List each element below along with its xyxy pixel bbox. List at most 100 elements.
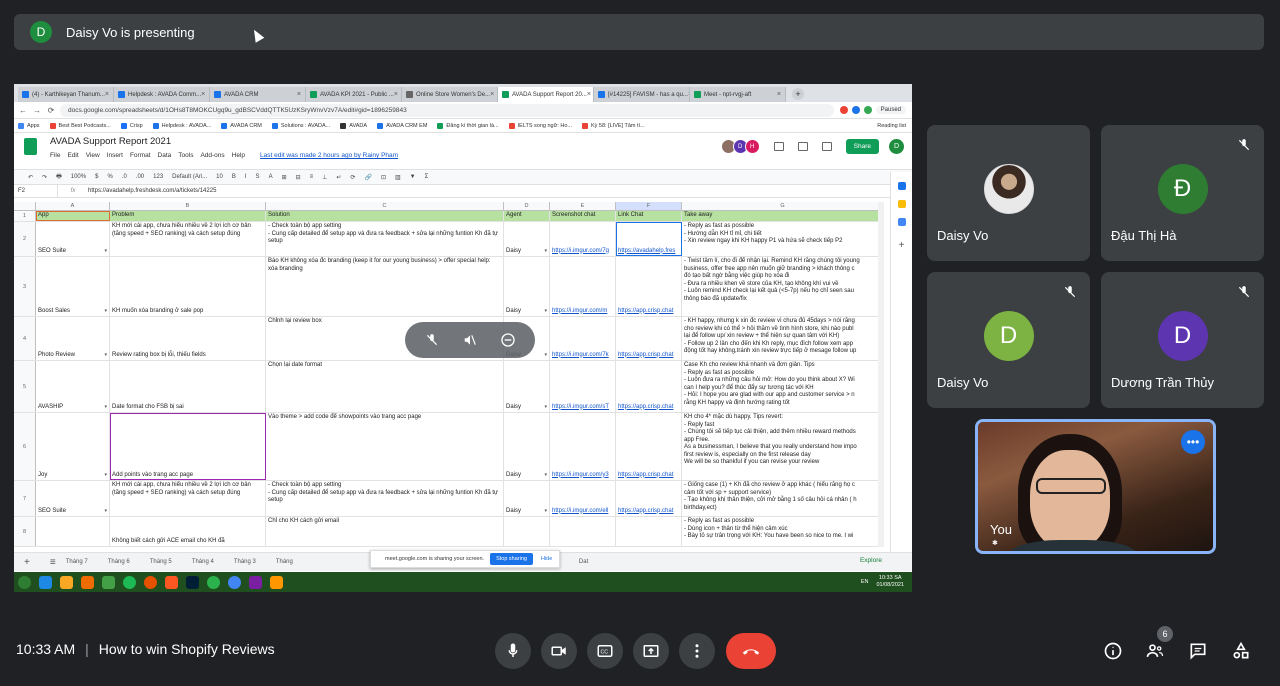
menu-item[interactable]: File	[50, 152, 60, 159]
dropdown-arrow-icon[interactable]: ▾	[104, 248, 107, 256]
vertical-scrollbar[interactable]	[878, 202, 884, 547]
dropdown-arrow-icon[interactable]: ▾	[104, 352, 107, 360]
account-avatar[interactable]: D	[889, 139, 904, 154]
column-header[interactable]: A	[36, 202, 110, 210]
self-video-tile[interactable]: ••• You ✱	[975, 419, 1216, 554]
sheet-tab[interactable]: Dat	[579, 559, 588, 565]
cell-text[interactable]: https://i.imgur.com/7g	[552, 248, 609, 256]
cell-text[interactable]: https://app.crisp.chat	[618, 308, 673, 316]
bookmark-item[interactable]: Solutions : AVADA...	[271, 122, 330, 129]
camera-button[interactable]	[541, 633, 577, 669]
bookmark-item[interactable]: Apps	[18, 122, 40, 129]
present-now-button[interactable]	[633, 633, 669, 669]
spotify-icon[interactable]	[123, 575, 136, 589]
cell-takeaway[interactable]: - KH happy, nhưng k xin đc review vì chư…	[682, 317, 884, 360]
toolbar-control[interactable]: ↷	[42, 174, 47, 181]
cell-problem[interactable]: KH mới cài app, chưa hiểu nhiều về 2 lợi…	[110, 222, 266, 256]
participant-tile[interactable]: D Daisy Vo	[927, 272, 1090, 408]
add-sheet-icon[interactable]: +	[24, 557, 30, 568]
participant-tile[interactable]: D Dương Trần Thủy	[1101, 272, 1264, 408]
browser-tab[interactable]: AVADA KPI 2021 - Public ... ×	[306, 87, 402, 102]
cell-solution[interactable]: Vào theme > add code để showpoints vào t…	[266, 413, 504, 480]
menu-item[interactable]: Format	[130, 152, 151, 159]
cell-screenshot[interactable]: https://i.imgur.com/m	[550, 257, 616, 316]
browser-tab[interactable]: Helpdesk : AVADA Comm... ×	[114, 87, 210, 102]
dropdown-arrow-icon[interactable]: ▾	[544, 472, 547, 480]
menu-item[interactable]: Help	[232, 152, 245, 159]
trend-icon[interactable]	[797, 142, 808, 151]
dropdown-arrow-icon[interactable]: ▾	[104, 308, 107, 316]
last-edit-link[interactable]: Last edit was made 2 hours ago by Rainy …	[260, 152, 398, 159]
hide-notice-button[interactable]: Hide	[541, 556, 552, 562]
toolbar-control[interactable]: ≡	[310, 174, 314, 180]
toolbar-control[interactable]: Σ	[425, 174, 429, 180]
app-icon[interactable]	[207, 575, 220, 589]
cell-problem[interactable]: KH mới cài app, chưa hiểu nhiều về 2 lợi…	[110, 481, 266, 516]
share-button[interactable]: Share	[845, 139, 879, 154]
dropdown-arrow-icon[interactable]: ▾	[104, 404, 107, 412]
cell-text[interactable]: https://app.crisp.chat	[618, 472, 673, 480]
collaborator-avatar[interactable]: H	[744, 139, 760, 154]
toolbar-control[interactable]: 🖶	[56, 172, 62, 182]
cell-takeaway[interactable]: Case Kh cho review khá nhanh và đơn giản…	[682, 361, 884, 412]
toolbar-control[interactable]: Default (Ari...	[172, 174, 207, 180]
cell-link[interactable]: https://app.crisp.chat	[616, 361, 682, 412]
cell-app[interactable]: SEO Suite ▾	[36, 481, 110, 516]
column-header[interactable]: F	[616, 202, 682, 210]
minus-circle-icon[interactable]	[499, 331, 517, 349]
cell-app[interactable]	[36, 517, 110, 546]
extension-icon[interactable]	[863, 106, 872, 114]
activities-button[interactable]	[1229, 639, 1253, 663]
menu-item[interactable]: Insert	[107, 152, 123, 159]
cell-screenshot[interactable]: https://i.imgur.com/ell	[550, 481, 616, 516]
new-tab-icon[interactable]: +	[792, 88, 804, 100]
stop-sharing-button[interactable]: Stop sharing	[490, 553, 533, 565]
sheet-tab[interactable]: Tháng 4	[192, 559, 214, 565]
cell-problem[interactable]: Không biết cách gửi ACE email cho KH đã	[110, 517, 266, 546]
column-header[interactable]: G	[682, 202, 884, 210]
participant-tile[interactable]: Daisy Vo	[927, 125, 1090, 261]
bookmark-item[interactable]: Helpdesk : AVADA...	[152, 122, 211, 129]
cell-solution[interactable]: Báo KH không xóa đc branding (keep it fo…	[266, 257, 504, 316]
cell-agent[interactable]: Daisy ▾	[504, 481, 550, 516]
cell-text[interactable]: https://app.crisp.chat	[618, 404, 673, 412]
toolbar-control[interactable]: I	[245, 174, 247, 180]
cell-solution[interactable]: Chỉ cho KH cách gửi email	[266, 517, 504, 546]
dropdown-arrow-icon[interactable]: ▾	[104, 472, 107, 480]
forward-icon[interactable]: →	[32, 106, 42, 115]
sheet-tab[interactable]: Tháng	[276, 559, 293, 565]
cell-text[interactable]: https://app.crisp.chat	[618, 508, 673, 516]
all-sheets-icon[interactable]: ≡	[50, 557, 56, 568]
cell-link[interactable]: https://app.crisp.chat	[616, 257, 682, 316]
dropdown-arrow-icon[interactable]: ▾	[544, 352, 547, 360]
sheet-tab[interactable]: Tháng 6	[108, 559, 130, 565]
calendar-icon[interactable]	[897, 182, 906, 190]
toolbar-control[interactable]: ⊥	[322, 174, 327, 181]
cell-problem[interactable]: Review rating box bị lỗi, thiếu fields	[110, 317, 266, 360]
header-cell[interactable]: Problem	[110, 211, 266, 221]
cell-text[interactable]: https://i.imgur.com/ell	[552, 508, 608, 516]
participant-tile[interactable]: Đ Đậu Thị Hà	[1101, 125, 1264, 261]
sheet-tab[interactable]: Tháng 3	[234, 559, 256, 565]
dropdown-arrow-icon[interactable]: ▾	[544, 308, 547, 316]
bookmark-item[interactable]: AVADA CRM EM	[377, 122, 427, 129]
row-number[interactable]: 4	[14, 317, 36, 360]
cell-agent[interactable]: Daisy ▾	[504, 361, 550, 412]
app-icon[interactable]	[102, 575, 115, 589]
header-cell[interactable]: Screenshot chat	[550, 211, 616, 221]
cell-solution[interactable]: Chọn lại date format	[266, 361, 504, 412]
bookmark-item[interactable]: Crisp	[120, 122, 143, 129]
back-icon[interactable]: ←	[18, 106, 28, 115]
toolbar-control[interactable]: .0	[122, 174, 127, 180]
cell-text[interactable]: https://i.imgur.com/7k	[552, 352, 609, 360]
dropdown-arrow-icon[interactable]: ▾	[544, 248, 547, 256]
keep-icon[interactable]	[897, 200, 906, 208]
browser-tab[interactable]: [#14225] FAVISM - has a qu...×	[594, 87, 690, 102]
cell-takeaway[interactable]: - Reply as fast as possible - Hướng dẫn …	[682, 222, 884, 256]
cell-app[interactable]: Boost Sales ▾	[36, 257, 110, 316]
cell-text[interactable]: https://i.imgur.com/sT	[552, 404, 609, 412]
cell-screenshot[interactable]: https://i.imgur.com/sT	[550, 361, 616, 412]
more-options-icon[interactable]: •••	[1181, 430, 1205, 454]
extension-icon[interactable]	[851, 106, 860, 114]
browser-tab[interactable]: AVADA CRM ×	[210, 87, 306, 102]
